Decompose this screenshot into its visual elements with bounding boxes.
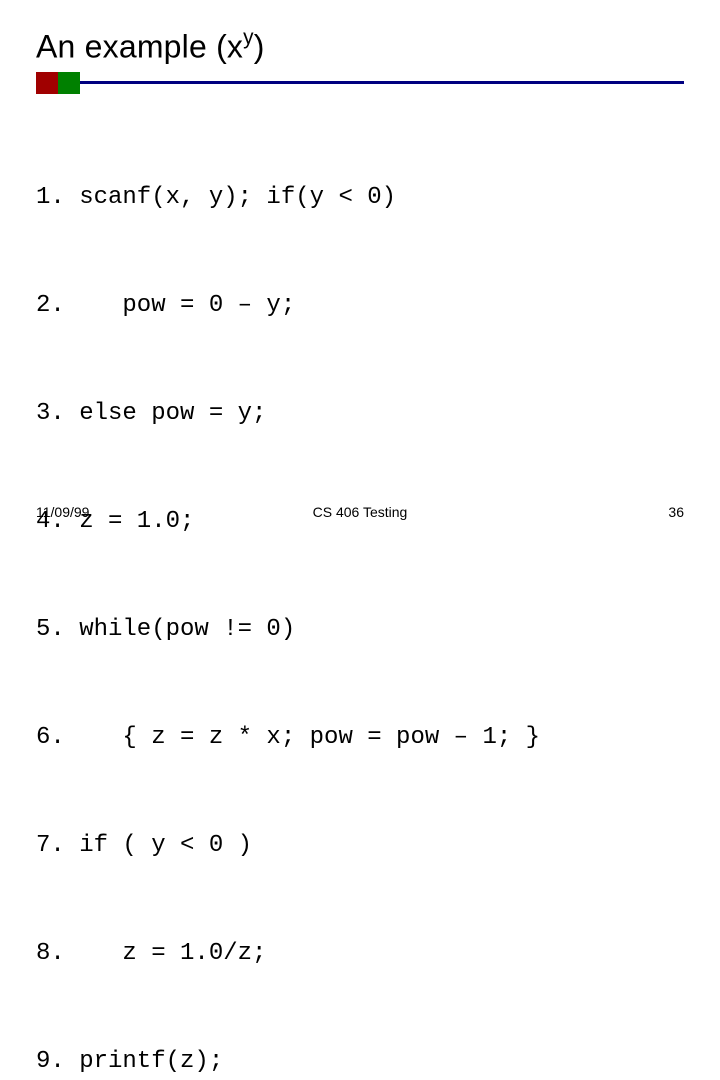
code-line: 1. scanf(x, y); if(y < 0) [36,180,684,216]
accent-square-red [36,72,58,94]
code-line: 7. if ( y < 0 ) [36,828,684,864]
code-line: 3. else pow = y; [36,396,684,432]
code-block: 1. scanf(x, y); if(y < 0) 2. pow = 0 – y… [36,108,684,1080]
slide: An example (xy) 1. scanf(x, y); if(y < 0… [0,0,720,540]
code-line: 5. while(pow != 0) [36,612,684,648]
code-line: 9. printf(z); [36,1044,684,1080]
slide-footer: 11/09/99 CS 406 Testing 36 [36,504,684,520]
code-line: 2. pow = 0 – y; [36,288,684,324]
code-line: 8. z = 1.0/z; [36,936,684,972]
title-suffix: ) [254,29,265,65]
code-line: 6. { z = z * x; pow = pow – 1; } [36,720,684,756]
title-rule [80,81,684,84]
title-prefix: An example (x [36,29,243,65]
accent-square-green [58,72,80,94]
slide-title: An example (xy) [36,28,684,66]
title-underline [36,72,684,94]
title-superscript: y [243,26,254,49]
footer-course: CS 406 Testing [36,504,684,520]
